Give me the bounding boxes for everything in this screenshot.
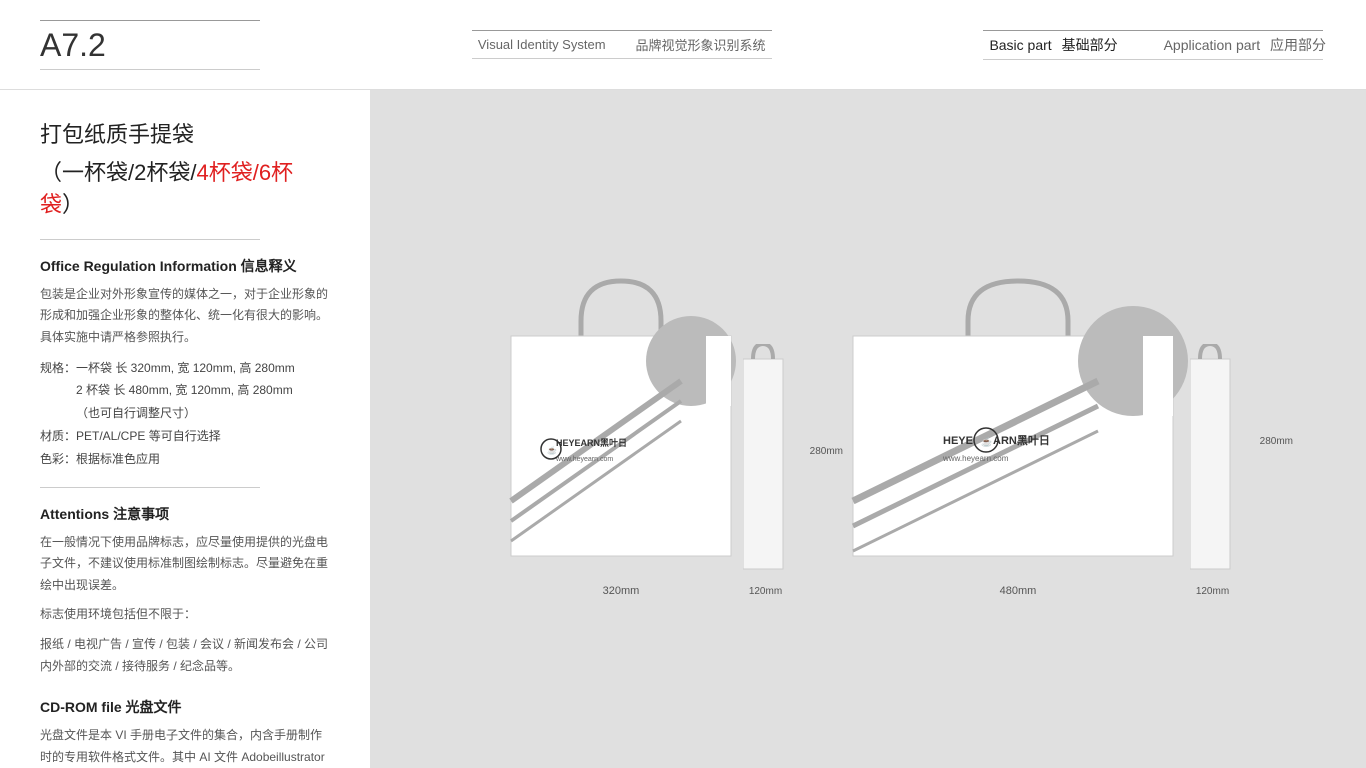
svg-text:HEYE: HEYE	[943, 435, 973, 447]
material-text: 材质：PET/AL/CPE 等可自行选择	[40, 429, 221, 443]
header-center-texts: Visual Identity System 品牌视觉形象识别系统	[478, 35, 766, 54]
spec1-text: 一杯袋 长 320mm, 宽 120mm, 高 280mm	[76, 361, 295, 375]
bags-container: HEYEARN黑叶日 www.heyearn.com ☕ 320mm	[501, 261, 1235, 597]
large-bag-height-label: 280mm	[1260, 436, 1293, 447]
cdrom-section: CD-ROM file 光盘文件 光盘文件是本 VI 手册电子文件的集合，内含手…	[40, 697, 330, 768]
header: A7.2 Visual Identity System 品牌视觉形象识别系统 B…	[0, 0, 1366, 90]
vi-system-label: Visual Identity System	[478, 37, 606, 52]
svg-text:☕: ☕	[981, 436, 992, 447]
spec-line3: （也可自行调整尺寸）	[40, 402, 330, 425]
page-number: A7.2	[40, 29, 260, 61]
basic-part-cn: 基础部分	[1062, 37, 1118, 53]
attentions-section: Attentions 注意事项 在一般情况下使用品牌标志，应尽量使用提供的光盘电…	[40, 504, 330, 678]
spec-title: 规格：	[40, 361, 76, 375]
spec-line2: 2 杯袋 长 480mm, 宽 120mm, 高 280mm	[40, 379, 330, 402]
header-left: A7.2	[40, 20, 260, 70]
section3-body1: 光盘文件是本 VI 手册电子文件的集合，内含手册制作时的专用软件格式文件。其中 …	[40, 725, 330, 768]
section1-heading: Office Regulation Information 信息释义	[40, 256, 330, 276]
header-right: Basic part 基础部分 Application part 应用部分	[983, 35, 1326, 55]
color-line: 色彩：根据标准色应用	[40, 448, 330, 471]
app-part-cn: 应用部分	[1270, 37, 1326, 53]
header-right-bottom-line	[983, 59, 1323, 60]
svg-text:☕: ☕	[547, 445, 557, 455]
spec-table: 规格：一杯袋 长 320mm, 宽 120mm, 高 280mm 2 杯袋 长 …	[40, 357, 330, 471]
section2-body2: 标志使用环境包括但不限于：	[40, 604, 330, 626]
large-bag-width-label: 480mm	[1000, 585, 1037, 597]
brand-label: 品牌视觉形象识别系统	[636, 35, 766, 54]
large-side-svg	[1190, 344, 1235, 584]
small-bag-wrapper: HEYEARN黑叶日 www.heyearn.com ☕ 320mm	[501, 261, 741, 597]
small-bag-group: HEYEARN黑叶日 www.heyearn.com ☕ 320mm	[501, 261, 788, 597]
small-side-panel: 120mm	[743, 344, 788, 597]
svg-text:HEYEARN黑叶日: HEYEARN黑叶日	[556, 437, 627, 448]
section2-body1: 在一般情况下使用品牌标志，应尽量使用提供的光盘电子文件，不建议使用标准制图绘制标…	[40, 532, 330, 597]
content-area: HEYEARN黑叶日 www.heyearn.com ☕ 320mm	[370, 90, 1366, 768]
spec-line1: 规格：一杯袋 长 320mm, 宽 120mm, 高 280mm	[40, 357, 330, 380]
basic-part-en: Basic part	[989, 37, 1051, 53]
section2-body3: 报纸 / 电视广告 / 宣传 / 包装 / 会议 / 新闻发布会 / 公司内外部…	[40, 634, 330, 677]
header-right-area: Basic part 基础部分 Application part 应用部分	[983, 30, 1326, 60]
sidebar-subtitle: （一杯袋/2杯袋/4杯袋/6杯袋）	[40, 155, 330, 219]
svg-text:www.heyearn.com: www.heyearn.com	[555, 456, 613, 463]
large-side-panel: 120mm	[1190, 344, 1235, 597]
section2-heading: Attentions 注意事项	[40, 504, 330, 524]
section3-heading: CD-ROM file 光盘文件	[40, 697, 330, 717]
small-bag-height-label: 280mm	[810, 446, 843, 457]
color-text: 色彩：根据标准色应用	[40, 452, 160, 466]
header-center-top-line	[472, 30, 772, 31]
header-center: Visual Identity System 品牌视觉形象识别系统	[472, 30, 772, 59]
spec2-text: 2 杯袋 长 480mm, 宽 120mm, 高 280mm	[76, 383, 293, 397]
main-content: 打包纸质手提袋 （一杯袋/2杯袋/4杯袋/6杯袋） Office Regulat…	[0, 90, 1366, 768]
small-bag-side-label: 120mm	[749, 586, 782, 597]
basic-part-label: Basic part 基础部分	[983, 35, 1117, 55]
large-bag-group: HEYE ARN黑叶日 www.heyearn.com ☕ 480mm	[848, 261, 1235, 597]
app-part-en: Application part	[1164, 37, 1261, 53]
sidebar-title-line1: 打包纸质手提袋	[40, 120, 330, 151]
header-bottom-line	[40, 69, 260, 70]
header-center-bottom-line	[472, 58, 772, 59]
small-side-svg	[743, 344, 788, 584]
subtitle-normal-start: （一杯袋/2杯袋/	[40, 160, 196, 185]
subtitle-normal-end: ）	[62, 192, 84, 217]
svg-text:ARN黑叶日: ARN黑叶日	[993, 433, 1050, 447]
section1-body1: 包装是企业对外形象宣传的媒体之一，对于企业形象的形成和加强企业形象的整体化、统一…	[40, 284, 330, 349]
sidebar: 打包纸质手提袋 （一杯袋/2杯袋/4杯袋/6杯袋） Office Regulat…	[0, 90, 370, 768]
svg-text:www.heyearn.com: www.heyearn.com	[942, 454, 1009, 463]
app-part-label: Application part 应用部分	[1158, 35, 1326, 55]
small-bag-svg: HEYEARN黑叶日 www.heyearn.com ☕	[501, 261, 741, 581]
large-bag-svg: HEYE ARN黑叶日 www.heyearn.com ☕	[848, 261, 1188, 581]
divider-2	[40, 487, 260, 488]
header-right-top-line	[983, 30, 1323, 31]
small-bag-width-label: 320mm	[603, 585, 640, 597]
divider-1	[40, 239, 260, 240]
spec3-text: （也可自行调整尺寸）	[76, 406, 196, 420]
material-line: 材质：PET/AL/CPE 等可自行选择	[40, 425, 330, 448]
large-bag-wrapper: HEYE ARN黑叶日 www.heyearn.com ☕ 480mm	[848, 261, 1188, 597]
header-top-line	[40, 20, 260, 21]
large-bag-side-label: 120mm	[1196, 586, 1229, 597]
